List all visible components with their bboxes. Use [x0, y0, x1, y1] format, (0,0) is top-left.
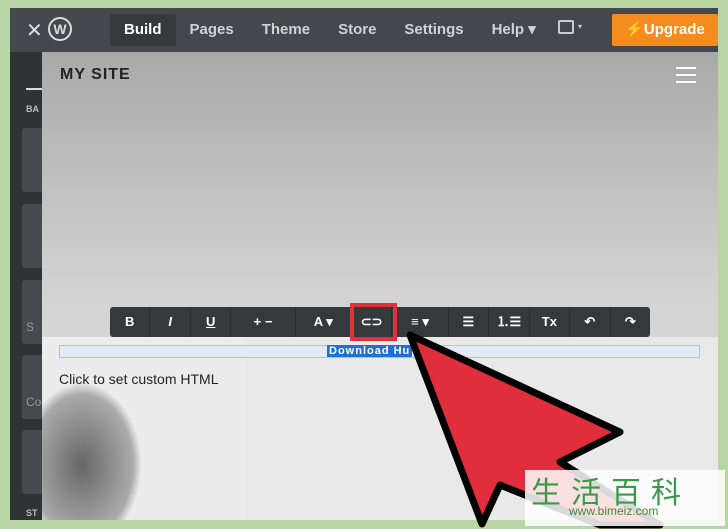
watermark-url: www.bimeiz.com [569, 504, 659, 518]
watermark: 生活百科 www.bimeiz.com [525, 470, 725, 526]
pointer-arrow-icon [406, 331, 664, 529]
